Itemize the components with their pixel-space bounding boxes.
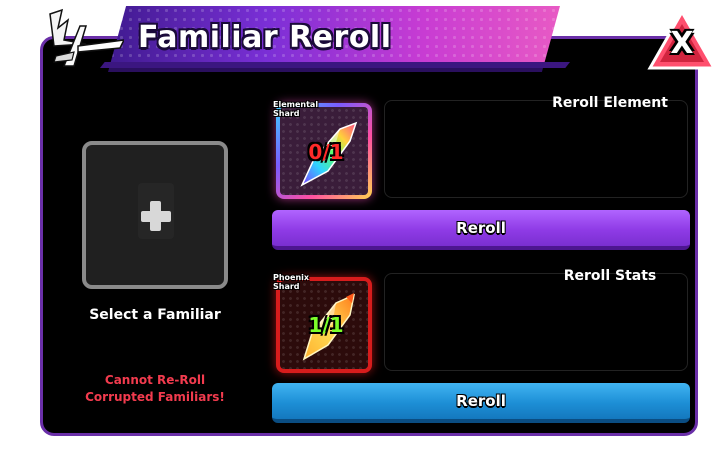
phoenix-shard-name: Phoenix Shard xyxy=(273,273,310,291)
page-title: Familiar Reroll xyxy=(138,20,392,55)
reroll-stats-title: Reroll Stats xyxy=(563,268,657,284)
close-label: X xyxy=(670,26,694,61)
phoenix-shard-count: 1/1 xyxy=(308,313,344,337)
winged-emblem-icon xyxy=(49,8,124,67)
elemental-shard-count: 0/1 xyxy=(308,140,344,164)
reroll-element-button[interactable]: Reroll xyxy=(272,210,690,250)
select-familiar-label: Select a Familiar xyxy=(89,307,221,323)
corrupted-warning: Cannot Re-Roll Corrupted Familiars! xyxy=(85,373,225,404)
title-banner-underline xyxy=(100,62,570,68)
reroll-element-info-box xyxy=(384,100,688,198)
reroll-stats-info-box xyxy=(384,273,688,371)
reroll-element-title: Reroll Element xyxy=(552,95,668,111)
close-button[interactable]: X xyxy=(646,6,718,74)
select-familiar-slot[interactable] xyxy=(82,141,228,289)
elemental-shard-name: Elemental Shard xyxy=(273,100,319,118)
reroll-stats-button[interactable]: Reroll xyxy=(272,383,690,423)
